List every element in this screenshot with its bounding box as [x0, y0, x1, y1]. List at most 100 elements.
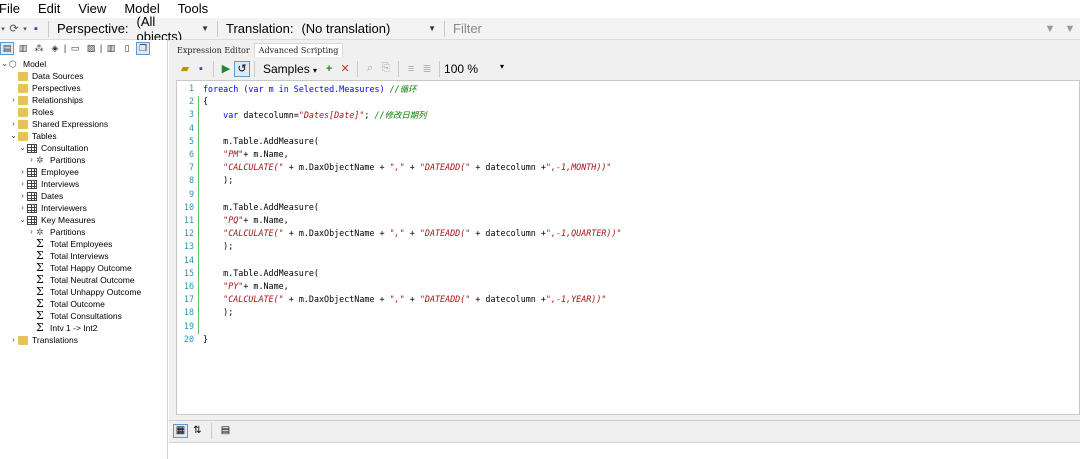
tree-item[interactable]: ⌄ Key Measures	[0, 214, 167, 226]
tree-item[interactable]: Perspectives	[0, 82, 167, 94]
save-script-icon[interactable]: ▪	[193, 61, 209, 77]
code-token: "Dates[Date]"	[298, 110, 365, 121]
chevron-down-icon[interactable]: ⌄	[9, 130, 18, 142]
list-icon[interactable]: ▥	[16, 42, 30, 55]
chevron-right-icon[interactable]: ›	[18, 190, 27, 202]
code-line: );	[203, 175, 233, 185]
sort-alpha-icon[interactable]: ⇅	[190, 424, 205, 438]
toolbar-divider	[439, 60, 441, 77]
perspective-select[interactable]: Perspective: (All objects) ▼	[53, 14, 213, 44]
bookmark-icon[interactable]: ▯	[120, 42, 134, 55]
tree-item[interactable]: › Relationships	[0, 94, 167, 106]
tab-advanced-scripting[interactable]: Advanced Scripting	[253, 43, 344, 57]
tree-item[interactable]: Σ Total Neutral Outcome	[0, 274, 167, 286]
deploy-icon[interactable]: ⟳	[6, 21, 22, 37]
columns-icon[interactable]: ▥	[104, 42, 118, 55]
tree-item-label: Total Unhappy Outcome	[50, 287, 142, 297]
tree-item[interactable]: › ✲ Partitions	[0, 154, 167, 166]
chevron-right-icon[interactable]: ›	[27, 154, 36, 166]
code-line: "CALCULATE(" + m.DaxObjectName + "," + "…	[203, 294, 606, 304]
tree-item[interactable]: Σ Total Employees	[0, 238, 167, 250]
tree-item[interactable]: › Dates	[0, 190, 167, 202]
cube-icon[interactable]: ◈	[48, 42, 62, 55]
uncomment-icon[interactable]: ≣	[419, 61, 435, 77]
line-number: 8	[188, 175, 194, 186]
line-number: 3	[188, 109, 194, 120]
menu-edit[interactable]: Edit	[38, 1, 68, 16]
tab-expression-editor[interactable]: Expression Editor	[173, 44, 254, 57]
script-editor[interactable]: 1 2 3 4 5 6 7 8 9 10 11 12 13 14 15 16 17 18 19 20 foreach …	[176, 80, 1080, 415]
comment-icon[interactable]: ≡	[403, 61, 419, 77]
chevron-right-icon[interactable]: ›	[9, 118, 18, 130]
chevron-right-icon[interactable]: ›	[18, 202, 27, 214]
tree-item[interactable]: › Interviewers	[0, 202, 167, 214]
categorized-icon[interactable]: ▦	[173, 423, 188, 438]
chevron-down-icon[interactable]: ⌄	[18, 142, 27, 154]
code-token: in	[278, 84, 289, 94]
hidden-objects-icon[interactable]: ▭	[68, 42, 82, 55]
hierarchy-icon[interactable]: ⁂	[32, 42, 46, 55]
show-all-icon[interactable]: ▨	[84, 42, 98, 55]
tree-item[interactable]: Σ Total Outcome	[0, 298, 167, 310]
tree-item[interactable]: Σ Intv 1 -> Int2	[0, 322, 167, 334]
add-icon[interactable]: +	[321, 61, 337, 77]
delete-icon[interactable]: ✕	[337, 61, 353, 77]
translation-value: (No translation)	[301, 21, 391, 36]
tree-item[interactable]: › Shared Expressions	[0, 118, 167, 130]
menu-file[interactable]: File	[0, 1, 28, 16]
chevron-right-icon[interactable]: ›	[18, 178, 27, 190]
chevron-down-icon[interactable]: ⌄	[18, 214, 27, 226]
tree-item[interactable]: › ✲ Partitions	[0, 226, 167, 238]
table-icon	[27, 203, 37, 213]
filter-input[interactable]: Filter	[449, 20, 1040, 38]
properties-panel: ▦ ⇅ ▤	[169, 420, 1080, 459]
save-icon[interactable]: ▪	[28, 21, 44, 37]
tree-item[interactable]: Data Sources	[0, 70, 167, 82]
clear-filter-icon[interactable]: ▼	[1060, 23, 1080, 35]
samples-dropdown[interactable]: Samples ▾	[263, 62, 317, 76]
zoom-select[interactable]: 100 % ▾	[444, 62, 504, 76]
tree-item[interactable]: Σ Total Unhappy Outcome	[0, 286, 167, 298]
chevron-down-icon[interactable]: ⌄	[0, 58, 9, 70]
find-icon[interactable]: ⌕	[362, 61, 378, 77]
tree-item[interactable]: Σ Total Interviews	[0, 250, 167, 262]
tree-item[interactable]: › Interviews	[0, 178, 167, 190]
copy-icon[interactable]: ❐	[136, 41, 150, 55]
tree-item-label: Interviewers	[41, 203, 87, 213]
table-icon	[27, 143, 37, 153]
chevron-right-icon[interactable]: ›	[9, 94, 18, 106]
code-token: +	[404, 162, 420, 173]
tree-item[interactable]: › Employee	[0, 166, 167, 178]
tree-item[interactable]: ⌄ Tables	[0, 130, 167, 142]
tree-item-label: Model	[23, 59, 47, 69]
tree-item[interactable]: Roles	[0, 106, 167, 118]
tree-view-icon[interactable]: ▤	[0, 41, 14, 55]
translation-select[interactable]: Translation: (No translation) ▼	[222, 20, 440, 38]
tree-item[interactable]: › Translations	[0, 334, 167, 346]
line-number: 15	[183, 267, 194, 278]
line-number: 2	[188, 96, 194, 107]
folder-icon	[18, 335, 28, 345]
chevron-right-icon[interactable]: ›	[18, 166, 27, 178]
menu-view[interactable]: View	[78, 1, 114, 16]
replace-icon[interactable]: ⎘	[378, 61, 394, 77]
tree-item[interactable]: ⌄ ⬡ Model	[0, 58, 167, 70]
open-script-icon[interactable]: ▰	[177, 61, 193, 77]
code-token: "CALCULATE("	[223, 228, 284, 239]
filter-icon[interactable]: ▼	[1040, 23, 1060, 35]
properties-grid	[169, 442, 1080, 459]
measure-icon: Σ	[36, 237, 44, 250]
toolbar-divider	[211, 422, 212, 439]
tree-item[interactable]: Σ Total Happy Outcome	[0, 262, 167, 274]
chevron-right-icon[interactable]: ›	[9, 334, 18, 346]
measure-icon: Σ	[36, 321, 44, 334]
run-script-icon[interactable]: ▶	[218, 61, 234, 77]
tree-item[interactable]: Σ Total Consultations	[0, 310, 167, 322]
undo-icon[interactable]: ↺	[234, 60, 250, 77]
change-indicator-bar	[198, 96, 199, 334]
chevron-right-icon[interactable]: ›	[27, 226, 36, 238]
property-pages-icon[interactable]: ▤	[218, 424, 233, 438]
separator: |	[99, 43, 103, 53]
tree-item[interactable]: ⌄ Consultation	[0, 142, 167, 154]
